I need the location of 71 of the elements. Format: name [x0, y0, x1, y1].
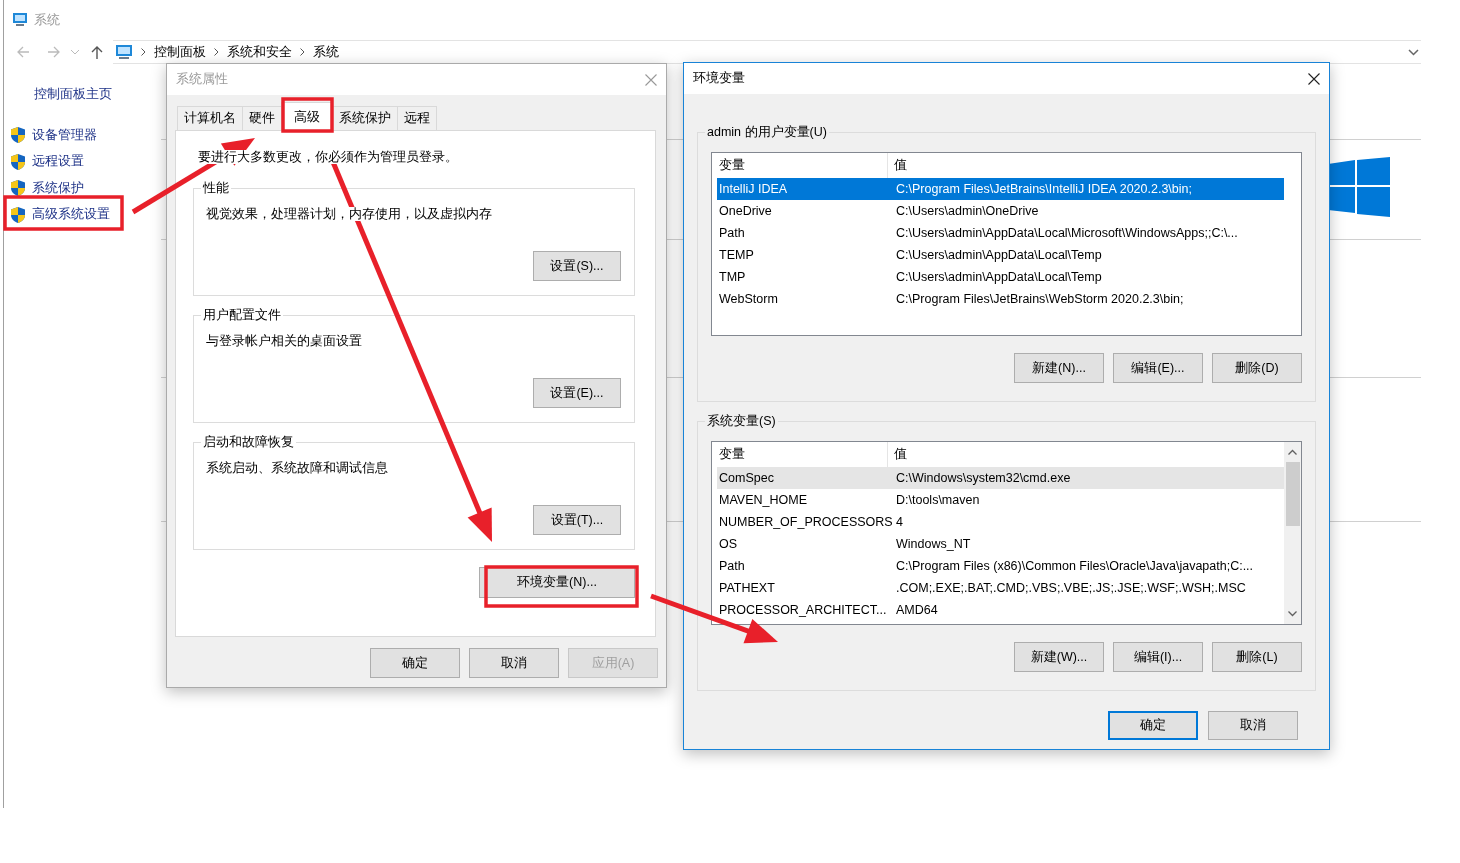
sidebar-link[interactable]: 设备管理器: [11, 122, 161, 149]
table-row[interactable]: Path C:\Users\admin\AppData\Local\Microsoft\WindowsApps;;C:\...: [717, 222, 1284, 244]
group-title: 性能: [201, 181, 231, 196]
windows-logo-icon: [1328, 157, 1390, 217]
breadcrumb-link[interactable]: 控制面板: [154, 44, 206, 60]
breadcrumb-link[interactable]: 系统和安全: [227, 44, 292, 60]
dialog-button[interactable]: 确定: [370, 648, 460, 678]
shield-icon: [11, 180, 25, 197]
column-header[interactable]: 值: [888, 447, 907, 462]
dialog-button[interactable]: 取消: [1208, 711, 1298, 740]
dialog-button[interactable]: 取消: [469, 648, 559, 678]
sidebar-link[interactable]: 高级系统设置: [11, 201, 161, 228]
computer-icon: [12, 13, 28, 27]
sidebar-link[interactable]: 远程设置: [11, 148, 161, 175]
highlight-frame: [281, 97, 334, 133]
chevron-right-icon: [300, 48, 305, 56]
chevron-right-icon: [214, 48, 219, 56]
group-title: admin 的用户变量(U): [705, 125, 829, 140]
scroll-down-icon: [1288, 611, 1297, 617]
sidebar-link[interactable]: 控制面板主页: [34, 87, 161, 102]
table-row[interactable]: TEMP C:\Users\admin\AppData\Local\Temp: [717, 244, 1284, 266]
tab[interactable]: 计算机名: [177, 106, 243, 130]
tab[interactable]: 远程: [397, 106, 437, 130]
scrollbar-thumb[interactable]: [1285, 462, 1300, 526]
group-description: 系统启动、系统故障和调试信息: [206, 461, 388, 475]
selected-row[interactable]: IntelliJ IDEA C:\Program Files\JetBrains\IntelliJ IDEA 2020.2.3\bin;: [717, 178, 1284, 200]
scroll-up-icon: [1288, 449, 1297, 455]
settings-button[interactable]: 设置(S)...: [533, 251, 621, 281]
chevron-down-icon[interactable]: [1408, 48, 1419, 56]
scrollbar[interactable]: [1284, 442, 1301, 624]
table-row[interactable]: TMP C:\Users\admin\AppData\Local\Temp: [717, 266, 1284, 288]
close-icon[interactable]: [1308, 72, 1320, 85]
group-title: 启动和故障恢复: [201, 435, 296, 450]
group-description: 与登录帐户相关的桌面设置: [206, 334, 362, 348]
settings-button[interactable]: 设置(E)...: [533, 378, 621, 408]
dialog-title: 环境变量: [693, 71, 745, 86]
table-row[interactable]: MAVEN_HOME D:\tools\maven: [717, 489, 1284, 511]
table-row[interactable]: Path C:\Program Files (x86)\Common Files\Oracle\Java\javapath;C:...: [717, 555, 1284, 577]
shield-icon: [11, 206, 25, 223]
table-row[interactable]: PATHEXT .COM;.EXE;.BAT;.CMD;.VBS;.VBE;.JS;.JSE;.WSF;.WSH;.MSC: [717, 577, 1284, 599]
dropdown-caret-icon[interactable]: [71, 49, 79, 55]
chevron-right-icon: [141, 48, 146, 56]
shield-icon: [11, 153, 25, 170]
forward-icon[interactable]: [47, 45, 61, 59]
dialog-button[interactable]: 新建(W)...: [1014, 642, 1104, 672]
shield-icon: [11, 127, 25, 144]
environment-variables-button[interactable]: 环境变量(N)...: [479, 567, 635, 598]
dialog-button[interactable]: 编辑(E)...: [1113, 353, 1203, 383]
sidebar-link[interactable]: 系统保护: [11, 175, 161, 202]
table-row[interactable]: PROCESSOR_ARCHITECT... AMD64: [717, 599, 1284, 621]
group-title: 用户配置文件: [201, 308, 283, 323]
dialog-button[interactable]: 新建(N)...: [1014, 353, 1104, 383]
back-icon[interactable]: [16, 45, 30, 59]
table-row[interactable]: WebStorm C:\Program Files\JetBrains\WebStorm 2020.2.3\bin;: [717, 288, 1284, 310]
settings-button[interactable]: 设置(T)...: [533, 505, 621, 535]
group-description: 视觉效果，处理器计划，内存使用，以及虚拟内存: [206, 207, 492, 221]
breadcrumb-link[interactable]: 系统: [313, 44, 339, 60]
dialog-title: 系统属性: [176, 72, 228, 87]
table-row[interactable]: OneDrive C:\Users\admin\OneDrive: [717, 200, 1284, 222]
table-row[interactable]: OS Windows_NT: [717, 533, 1284, 555]
window-title: 系统: [34, 12, 60, 28]
column-header[interactable]: 值: [888, 158, 907, 173]
computer-icon: [115, 44, 133, 60]
dialog-button[interactable]: 删除(L): [1212, 642, 1302, 672]
dialog-button[interactable]: 编辑(I)...: [1113, 642, 1203, 672]
table-row[interactable]: NUMBER_OF_PROCESSORS 4: [717, 511, 1284, 533]
up-icon[interactable]: [91, 45, 103, 59]
dialog-button[interactable]: 确定: [1108, 711, 1198, 740]
group-title: 系统变量(S): [705, 414, 778, 429]
selected-row[interactable]: ComSpec C:\Windows\system32\cmd.exe: [717, 467, 1284, 489]
dialog-button[interactable]: 删除(D): [1212, 353, 1302, 383]
